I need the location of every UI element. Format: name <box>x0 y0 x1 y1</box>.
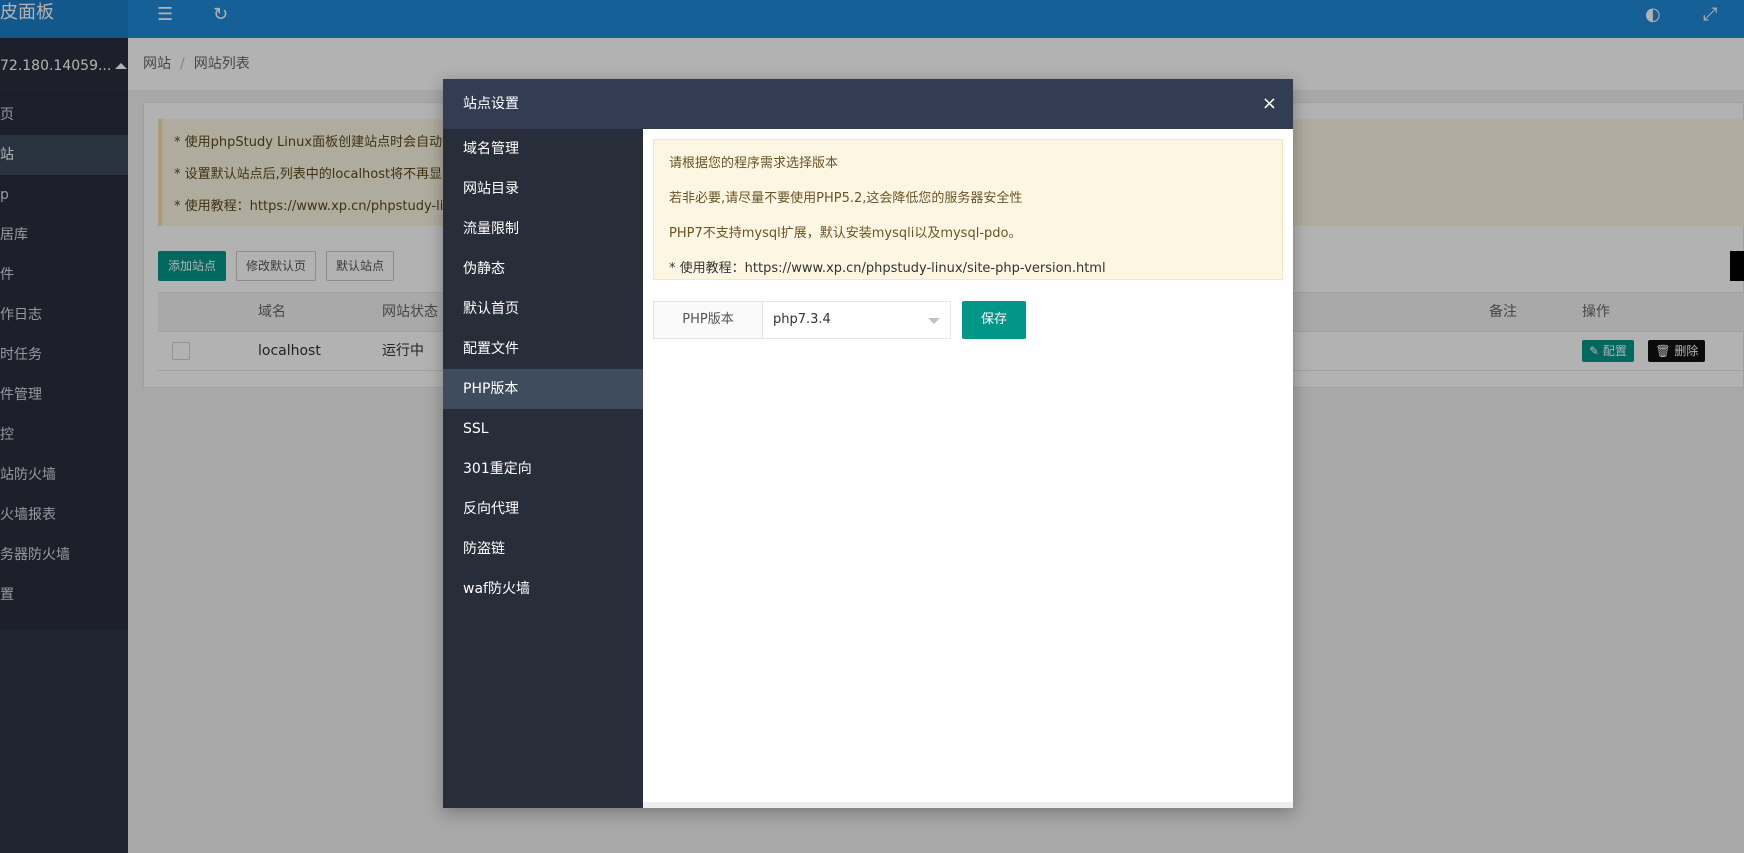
php-tip-box: 请根据您的程序需求选择版本 若非必要,请尽量不要使用PHP5.2,这会降低您的服… <box>653 139 1283 280</box>
modal-menu-config-file[interactable]: 配置文件 <box>443 329 643 369</box>
modal-menu-domain[interactable]: 域名管理 <box>443 129 643 169</box>
modal-menu-directory[interactable]: 网站目录 <box>443 169 643 209</box>
tip-line: 若非必要,请尽量不要使用PHP5.2,这会降低您的服务器安全性 <box>669 191 1023 206</box>
php-version-select[interactable]: php7.3.4 <box>762 301 951 339</box>
modal-title: 站点设置 <box>463 96 519 112</box>
php-version-value: php7.3.4 <box>773 312 831 327</box>
site-settings-modal: 站点设置 × 域名管理 网站目录 流量限制 伪静态 默认首页 配置文件 PHP版… <box>443 79 1293 808</box>
modal-menu-traffic-limit[interactable]: 流量限制 <box>443 209 643 249</box>
save-button[interactable]: 保存 <box>962 301 1026 339</box>
modal-menu-default-index[interactable]: 默认首页 <box>443 289 643 329</box>
modal-menu-redirect[interactable]: 301重定向 <box>443 449 643 489</box>
tip-line: 请根据您的程序需求选择版本 <box>669 156 839 171</box>
modal-menu-rewrite[interactable]: 伪静态 <box>443 249 643 289</box>
modal-menu-hotlink[interactable]: 防盗链 <box>443 529 643 569</box>
modal-header: 站点设置 × <box>443 79 1293 129</box>
close-icon[interactable]: × <box>1262 79 1277 129</box>
modal-footer-bar <box>643 802 1293 808</box>
tip-line: PHP7不支持mysql扩展，默认安装mysqli以及mysql-pdo。 <box>669 226 1022 241</box>
modal-menu: 域名管理 网站目录 流量限制 伪静态 默认首页 配置文件 PHP版本 SSL 3… <box>443 129 643 808</box>
php-version-label: PHP版本 <box>653 301 763 339</box>
modal-menu-waf[interactable]: waf防火墙 <box>443 569 643 609</box>
tip-tutorial-link[interactable]: * 使用教程：https://www.xp.cn/phpstudy-linux/… <box>669 251 1267 286</box>
modal-menu-php-version[interactable]: PHP版本 <box>443 369 643 409</box>
chevron-down-icon <box>928 318 940 324</box>
modal-body: 请根据您的程序需求选择版本 若非必要,请尽量不要使用PHP5.2,这会降低您的服… <box>643 129 1293 802</box>
modal-menu-ssl[interactable]: SSL <box>443 409 643 449</box>
modal-menu-reverse-proxy[interactable]: 反向代理 <box>443 489 643 529</box>
